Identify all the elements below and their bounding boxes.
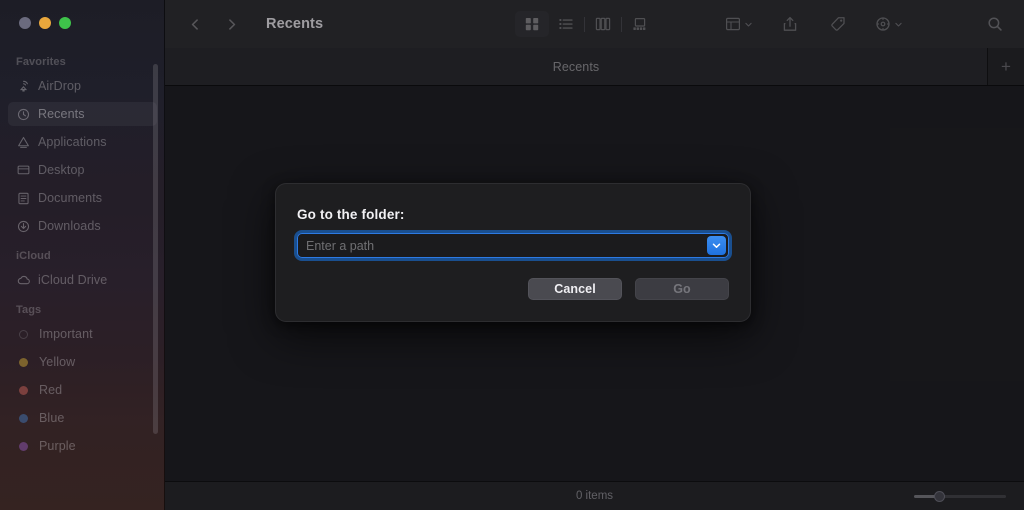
sidebar-section-icloud: iCloud — [16, 250, 51, 262]
sidebar-item-applications[interactable]: Applications — [8, 130, 157, 154]
list-view-button[interactable] — [549, 11, 583, 37]
sidebar-item-label: Desktop — [38, 163, 85, 177]
item-count-label: 0 items — [575, 490, 614, 502]
sidebar-item-tag-red[interactable]: Red — [8, 378, 157, 402]
sidebar-item-label: Applications — [38, 135, 107, 149]
chevron-down-icon — [745, 22, 752, 27]
sidebar-item-tag-important[interactable]: Important — [8, 322, 157, 346]
sidebar-item-tag-blue[interactable]: Blue — [8, 406, 157, 430]
sidebar-item-label: AirDrop — [38, 79, 82, 93]
tab-recents[interactable]: Recents — [165, 48, 987, 85]
dialog-buttons: Cancel Go — [528, 278, 729, 300]
go-button-label: Go — [673, 282, 691, 296]
go-button[interactable]: Go — [635, 278, 729, 300]
toolbar-controls — [515, 0, 909, 48]
airdrop-icon — [16, 79, 31, 94]
cancel-button-label: Cancel — [554, 282, 596, 296]
sidebar-item-airdrop[interactable]: AirDrop — [8, 74, 157, 98]
zoom-button[interactable] — [59, 17, 71, 29]
sidebar-item-label: Purple — [39, 439, 76, 453]
go-to-folder-dialog: Go to the folder: Cancel Go — [275, 183, 751, 322]
action-menu-button[interactable] — [869, 11, 909, 37]
sidebar-item-label: Blue — [39, 411, 65, 425]
icloud-icon — [16, 273, 31, 288]
clock-icon — [16, 107, 31, 122]
sidebar-item-label: Recents — [38, 107, 85, 121]
status-bar: 0 items — [165, 481, 1024, 510]
minimize-button[interactable] — [39, 17, 51, 29]
sidebar-scroll-area[interactable]: Favorites AirDrop Recents Applications D… — [0, 48, 165, 510]
column-view-button[interactable] — [586, 11, 620, 37]
sidebar-item-downloads[interactable]: Downloads — [8, 214, 157, 238]
search-icon[interactable] — [982, 11, 1008, 37]
chevron-down-icon — [895, 22, 902, 27]
sidebar-item-label: Downloads — [38, 219, 101, 233]
tag-dot-hollow-icon — [19, 329, 28, 339]
traffic-lights — [19, 17, 71, 29]
sidebar-item-documents[interactable]: Documents — [8, 186, 157, 210]
applications-icon — [16, 135, 31, 150]
icon-view-button[interactable] — [515, 11, 549, 37]
downloads-icon — [16, 219, 31, 234]
tag-dot-yellow-icon — [19, 357, 28, 367]
sidebar-section-favorites: Favorites — [16, 56, 66, 68]
sidebar-item-label: Documents — [38, 191, 103, 205]
documents-icon — [16, 191, 31, 206]
sidebar-item-label: Red — [39, 383, 63, 397]
slider-knob[interactable] — [934, 491, 945, 502]
gallery-view-button[interactable] — [623, 11, 657, 37]
tag-dot-blue-icon — [19, 413, 28, 423]
icon-size-slider[interactable] — [914, 491, 1006, 502]
navigation-buttons — [186, 15, 240, 33]
plus-icon: + — [1001, 57, 1011, 76]
sidebar-section-tags: Tags — [16, 304, 42, 316]
toolbar: Recents — [165, 0, 1024, 48]
group-by-button[interactable] — [719, 11, 759, 37]
view-mode-segmented-control — [515, 11, 657, 37]
sidebar-item-icloud-drive[interactable]: iCloud Drive — [8, 268, 157, 292]
new-tab-button[interactable]: + — [987, 48, 1024, 85]
sidebar-item-tag-purple[interactable]: Purple — [8, 434, 157, 458]
cancel-button[interactable]: Cancel — [528, 278, 622, 300]
sidebar-item-tag-yellow[interactable]: Yellow — [8, 350, 157, 374]
finder-window: Favorites AirDrop Recents Applications D… — [0, 0, 1024, 510]
segment-divider — [621, 16, 622, 32]
tag-dot-purple-icon — [19, 441, 28, 451]
tab-bar: Recents + — [165, 48, 1024, 86]
desktop-icon — [16, 163, 31, 178]
sidebar-item-label: iCloud Drive — [38, 273, 108, 287]
sidebar-item-desktop[interactable]: Desktop — [8, 158, 157, 182]
back-button[interactable] — [186, 15, 204, 33]
sidebar-scrollbar[interactable] — [153, 64, 158, 434]
share-button[interactable] — [773, 11, 807, 37]
path-dropdown-button[interactable] — [707, 236, 726, 255]
sidebar: Favorites AirDrop Recents Applications D… — [0, 0, 165, 510]
tab-label: Recents — [552, 59, 600, 74]
path-input[interactable] — [297, 233, 729, 258]
dialog-title: Go to the folder: — [297, 207, 405, 222]
chevron-down-icon — [712, 243, 721, 248]
path-field-wrapper — [294, 230, 732, 261]
forward-button[interactable] — [222, 15, 240, 33]
page-title: Recents — [266, 16, 324, 32]
tag-button[interactable] — [821, 11, 855, 37]
sidebar-item-label: Yellow — [39, 355, 76, 369]
tag-dot-red-icon — [19, 385, 28, 395]
sidebar-item-label: Important — [39, 327, 93, 341]
segment-divider — [584, 16, 585, 32]
toolbar-action-group — [719, 11, 909, 37]
sidebar-item-recents[interactable]: Recents — [8, 102, 157, 126]
close-button[interactable] — [19, 17, 31, 29]
